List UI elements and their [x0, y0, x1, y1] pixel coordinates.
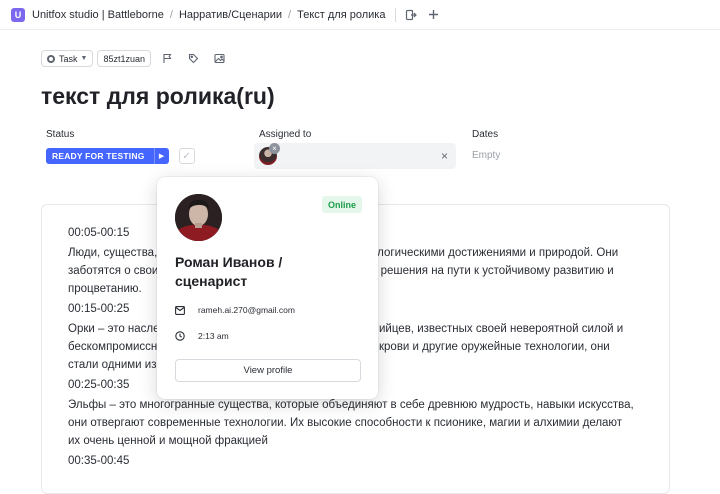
view-profile-button[interactable]: View profile [175, 359, 361, 382]
divider [395, 7, 397, 22]
breadcrumb-separator: / [288, 8, 292, 21]
status-field-label: Status [46, 129, 75, 140]
task-type-label: Task [59, 53, 78, 64]
flag-icon[interactable] [157, 50, 177, 67]
user-avatar[interactable] [175, 194, 222, 241]
dates-field-label: Dates [472, 129, 499, 140]
assignee-field[interactable]: × × [254, 143, 456, 169]
breadcrumb-bar: U Unitfox studio | Battleborne / Наррати… [0, 0, 720, 30]
status-control: READY FOR TESTING ▶ ✓ [46, 148, 195, 164]
tag-icon[interactable] [183, 50, 203, 67]
user-profile-popup: Online Роман Иванов / сценарист rameh.ai… [157, 177, 378, 399]
task-title[interactable]: текст для ролика(ru) [41, 83, 275, 110]
description-line: процветанию. [68, 283, 142, 295]
description-line: Эльфы – это многогранные существа, котор… [68, 399, 634, 411]
description-line: Орки – это насле [68, 323, 160, 335]
task-id: 85zt1zuan [103, 53, 145, 64]
description-line: они отвергают современные технологии. Их… [68, 417, 623, 429]
image-icon[interactable] [209, 50, 229, 67]
workspace-avatar[interactable]: U [11, 7, 25, 22]
description-line: 00:15-00:25 [68, 303, 130, 315]
assigned-field-label: Assigned to [259, 129, 312, 140]
description-line: бескомпромиссн [68, 341, 158, 353]
clear-assignees-icon[interactable]: × [441, 149, 448, 163]
description-line: 00:05-00:15 [68, 227, 130, 239]
email-icon [175, 305, 185, 315]
exit-icon[interactable] [404, 8, 418, 22]
breadcrumb-item-workspace[interactable]: Unitfox studio | Battleborne [32, 9, 164, 21]
description-line: 00:35-00:45 [68, 455, 130, 467]
breadcrumb-separator: / [169, 8, 173, 21]
clock-icon [175, 331, 185, 341]
description-line-fragment: крови и другие оружейные технологии, они [379, 341, 610, 353]
remove-assignee-icon[interactable]: × [269, 143, 280, 154]
task-type-dropdown[interactable]: Task ▼ [41, 50, 94, 67]
add-icon[interactable] [426, 8, 440, 22]
description-line: 00:25-00:35 [68, 379, 130, 391]
chevron-down-icon: ▼ [80, 55, 88, 62]
user-name: Роман Иванов / сценарист [175, 254, 283, 289]
dates-value[interactable]: Empty [472, 150, 500, 161]
description-line: заботятся о свои [68, 265, 159, 277]
online-status-badge: Online [322, 196, 363, 213]
breadcrumb-item-folder[interactable]: Нарратив/Сценарии [179, 9, 282, 21]
description-line-fragment: ологическими достижениями и природой. Он… [371, 247, 619, 259]
description-line-fragment: е решения на пути к устойчивому развитию… [371, 265, 614, 277]
status-button[interactable]: READY FOR TESTING [46, 148, 154, 164]
task-meta-row: Task ▼ 85zt1zuan [41, 50, 229, 67]
description-line-fragment: ийцев, известных своей невероятной силой… [379, 323, 624, 335]
user-time-row: 2:13 am [175, 331, 229, 341]
description-line: Люди, существа, [68, 247, 158, 259]
description-line: стали одними из [68, 359, 157, 371]
user-email-row: rameh.ai.270@gmail.com [175, 305, 295, 315]
next-status-arrow-icon[interactable]: ▶ [153, 148, 169, 164]
user-local-time: 2:13 am [198, 331, 229, 341]
task-id-chip[interactable]: 85zt1zuan [97, 50, 151, 67]
user-email[interactable]: rameh.ai.270@gmail.com [198, 305, 295, 315]
complete-check-icon[interactable]: ✓ [178, 148, 195, 164]
description-line: их очень ценной и мощной фракцией [68, 435, 268, 447]
breadcrumb-item-list[interactable]: Текст для ролика [297, 9, 385, 21]
task-type-icon [47, 54, 55, 63]
